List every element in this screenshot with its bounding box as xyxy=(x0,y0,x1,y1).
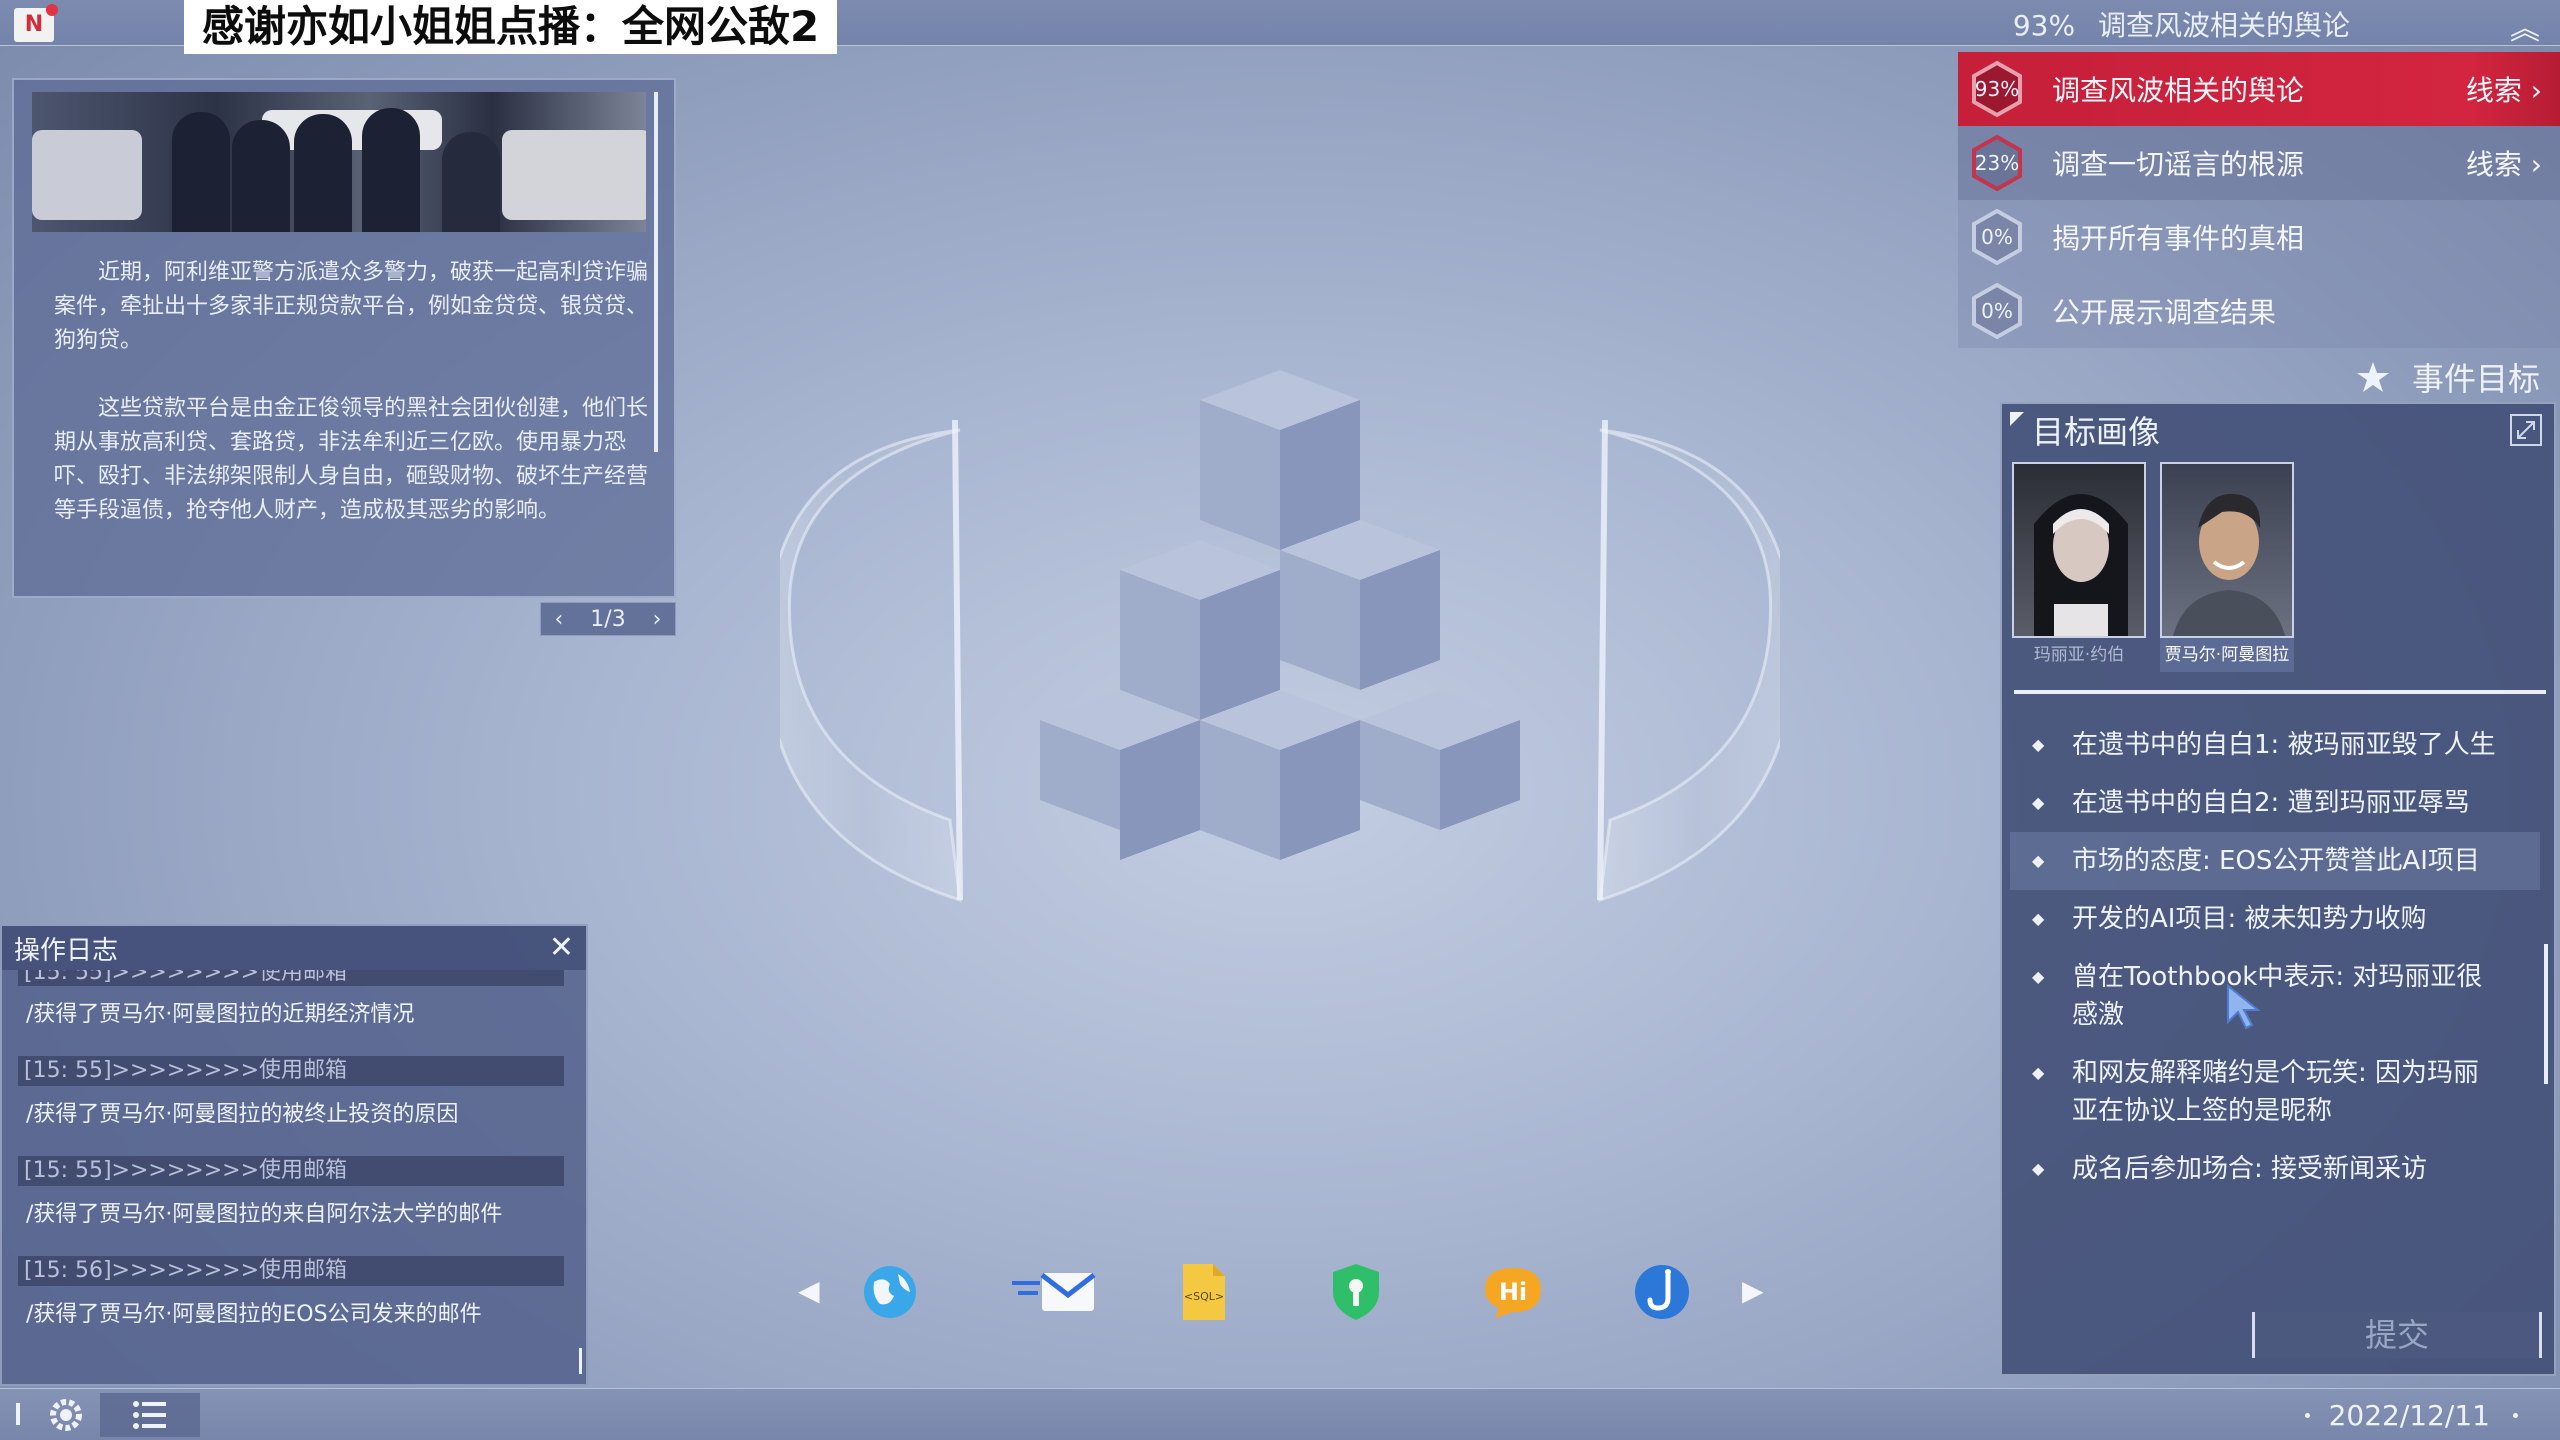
objective-label: 调查风波相关的舆论 xyxy=(2052,74,2305,107)
log-scrollbar[interactable] xyxy=(579,1348,582,1374)
divider xyxy=(2014,690,2546,694)
news-scrollbar[interactable] xyxy=(654,92,658,452)
app-dock: ◀ <SQL> Hi ▶ xyxy=(790,1256,1770,1328)
app-logo-icon[interactable]: N xyxy=(14,4,58,42)
separator-dot xyxy=(2513,1413,2518,1418)
objective-label: 揭开所有事件的真相 xyxy=(2052,222,2305,255)
log-list[interactable]: [15: 55]>>>>>>>>使用邮箱 /获得了贾马尔·阿曼图拉的近期经济情况… xyxy=(2,970,586,1384)
prev-page-icon[interactable]: ‹ xyxy=(554,607,563,632)
log-message: /获得了贾马尔·阿曼图拉的近期经济情况 xyxy=(26,1002,415,1027)
objective-pct: 0% xyxy=(1981,225,2013,249)
settings-gear-icon[interactable] xyxy=(36,1393,96,1437)
fact-item[interactable]: 和网友解释赌约是个玩笑: 因为玛丽亚在协议上签的是昵称 xyxy=(2010,1044,2540,1140)
status-marker xyxy=(16,1403,20,1425)
objectives-list: 93% 调查风波相关的舆论 线索 › 23% 调查一切谣言的根源 线索 › 0%… xyxy=(1958,52,2560,352)
log-timestamp: [15: 56]>>>>>>>>使用邮箱 xyxy=(18,1256,564,1286)
news-body: 近期，阿利维亚警方派遣众多警力，破获一起高利贷诈骗案件，牵扯出十多家非正规贷款平… xyxy=(54,256,650,562)
hi-label: Hi xyxy=(1499,1278,1527,1306)
stream-overlay-title: 感谢亦如小姐姐点播：全网公敌2 xyxy=(184,0,838,54)
mouse-cursor-icon xyxy=(2227,984,2261,1030)
mail-icon[interactable] xyxy=(1008,1262,1098,1322)
log-message: /获得了贾马尔·阿曼图拉的EOS公司发来的邮件 xyxy=(26,1302,482,1327)
portrait-name: 玛丽亚·约伯 xyxy=(2033,645,2125,665)
objective-row[interactable]: 0% 揭开所有事件的真相 xyxy=(1958,200,2560,274)
log-timestamp: [15: 55]>>>>>>>>使用邮箱 xyxy=(18,970,564,986)
close-icon[interactable]: ✕ xyxy=(549,933,574,963)
hook-icon[interactable] xyxy=(1630,1262,1694,1322)
next-page-icon[interactable]: › xyxy=(653,607,662,632)
news-paragraph: 这些贷款平台是由金正俊领导的黑社会团伙创建，他们长期从事放高利贷、套路贷，非法牟… xyxy=(54,396,649,523)
objective-row[interactable]: 93% 调查风波相关的舆论 线索 › xyxy=(1958,52,2560,126)
log-header: 操作日志 ✕ xyxy=(2,926,586,970)
portrait-image xyxy=(2012,462,2146,638)
sql-label: <SQL> xyxy=(1184,1290,1224,1303)
log-title: 操作日志 xyxy=(14,935,119,966)
fact-item[interactable]: 在遗书中的自白1: 被玛丽亚毁了人生 xyxy=(2010,716,2540,774)
objective-pct: 0% xyxy=(1981,299,2013,323)
collapse-chevron-icon[interactable]: ︽ xyxy=(2510,4,2540,48)
dock-prev-icon[interactable]: ◀ xyxy=(798,1274,820,1307)
log-entry: [15: 55]>>>>>>>>使用邮箱 /获得了贾马尔·阿曼图拉的来自阿尔法大… xyxy=(18,1156,564,1256)
news-paragraph: 近期，阿利维亚警方派遣众多警力，破获一起高利贷诈骗案件，牵扯出十多家非正规贷款平… xyxy=(54,260,649,353)
submit-button[interactable]: 提交 xyxy=(2252,1312,2542,1358)
portrait-card[interactable]: 贾马尔·阿曼图拉 xyxy=(2160,462,2294,672)
operations-log-panel: 操作日志 ✕ [15: 55]>>>>>>>>使用邮箱 /获得了贾马尔·阿曼图拉… xyxy=(0,924,588,1386)
shield-key-icon[interactable] xyxy=(1324,1262,1388,1322)
log-timestamp: [15: 55]>>>>>>>>使用邮箱 xyxy=(18,1156,564,1186)
fact-item[interactable]: 在遗书中的自白2: 遭到玛丽亚辱骂 xyxy=(2010,774,2540,832)
fact-item[interactable]: 成名后参加场合: 接受新闻采访 xyxy=(2010,1140,2540,1198)
dock-next-icon[interactable]: ▶ xyxy=(1742,1274,1764,1307)
sql-file-icon[interactable]: <SQL> xyxy=(1172,1262,1236,1322)
event-goal-button[interactable]: 事件目标 xyxy=(2356,354,2540,400)
objective-label: 调查一切谣言的根源 xyxy=(2052,148,2305,181)
news-pager: ‹ 1/3 › xyxy=(540,602,676,636)
log-timestamp: [15: 55]>>>>>>>>使用邮箱 xyxy=(18,1056,564,1086)
target-profile-header: 目标画像 xyxy=(2002,404,2554,456)
objective-label: 调查风波相关的舆论 xyxy=(2097,9,2350,42)
target-profile-panel: 目标画像 玛丽亚·约伯 贾马尔·阿曼图拉 在遗书中的自白1: 被玛丽亚毁了人生 … xyxy=(2000,402,2556,1376)
system-date: 2022/12/11 xyxy=(2328,1399,2490,1432)
news-article-panel: 近期，阿利维亚警方派遣众多警力，破获一起高利贷诈骗案件，牵扯出十多家非正规贷款平… xyxy=(12,78,676,598)
news-photo xyxy=(32,92,646,232)
fact-item[interactable]: 开发的AI项目: 被未知势力收购 xyxy=(2010,890,2540,948)
objective-pct: 93% xyxy=(1974,77,2020,101)
separator-dot xyxy=(2305,1413,2310,1418)
portrait-card[interactable]: 玛丽亚·约伯 xyxy=(2012,462,2146,672)
target-profile-title: 目标画像 xyxy=(2032,413,2161,451)
objective-pct: 23% xyxy=(1974,151,2020,175)
bottom-bar: 2022/12/11 xyxy=(0,1388,2560,1440)
clue-link[interactable]: 线索 › xyxy=(2466,69,2542,109)
objective-label: 公开展示调查结果 xyxy=(2052,296,2277,329)
log-message: /获得了贾马尔·阿曼图拉的被终止投资的原因 xyxy=(26,1102,459,1127)
log-entry: [15: 56]>>>>>>>>使用邮箱 /获得了贾马尔·阿曼图拉的EOS公司发… xyxy=(18,1256,564,1356)
task-list-icon[interactable] xyxy=(100,1393,200,1437)
portrait-image xyxy=(2160,462,2294,638)
current-objective-summary: 93% 调查风波相关的舆论 xyxy=(2013,4,2350,44)
clue-link[interactable]: 线索 › xyxy=(2466,143,2542,183)
log-message: /获得了贾马尔·阿曼图拉的来自阿尔法大学的邮件 xyxy=(26,1202,503,1227)
log-entry: [15: 55]>>>>>>>>使用邮箱 /获得了贾马尔·阿曼图拉的近期经济情况 xyxy=(18,970,564,1056)
portrait-name: 贾马尔·阿曼图拉 xyxy=(2160,638,2294,672)
fact-list[interactable]: 在遗书中的自白1: 被玛丽亚毁了人生 在遗书中的自白2: 遭到玛丽亚辱骂 市场的… xyxy=(2010,716,2540,1316)
city-emblem-logo xyxy=(780,370,1780,903)
objective-row[interactable]: 0% 公开展示调查结果 xyxy=(1958,274,2560,348)
event-goal-label: 事件目标 xyxy=(2411,360,2540,398)
hi-chat-icon[interactable]: Hi xyxy=(1478,1262,1548,1322)
page-indicator: 1/3 xyxy=(590,606,626,632)
objective-progress: 93% xyxy=(2012,9,2076,42)
fact-item[interactable]: 曾在Toothbook中表示: 对玛丽亚很感激 xyxy=(2010,948,2540,1044)
log-entry: [15: 55]>>>>>>>>使用邮箱 /获得了贾马尔·阿曼图拉的被终止投资的… xyxy=(18,1056,564,1156)
objective-row[interactable]: 23% 调查一切谣言的根源 线索 › xyxy=(1958,126,2560,200)
star-icon xyxy=(2356,362,2389,392)
fact-scrollbar[interactable] xyxy=(2544,944,2548,1084)
expand-icon[interactable] xyxy=(2510,414,2542,446)
fact-item[interactable]: 市场的态度: EOS公开赞誉此AI项目 xyxy=(2010,832,2540,890)
globe-icon[interactable] xyxy=(858,1262,922,1322)
portrait-list: 玛丽亚·约伯 贾马尔·阿曼图拉 xyxy=(2012,462,2294,672)
